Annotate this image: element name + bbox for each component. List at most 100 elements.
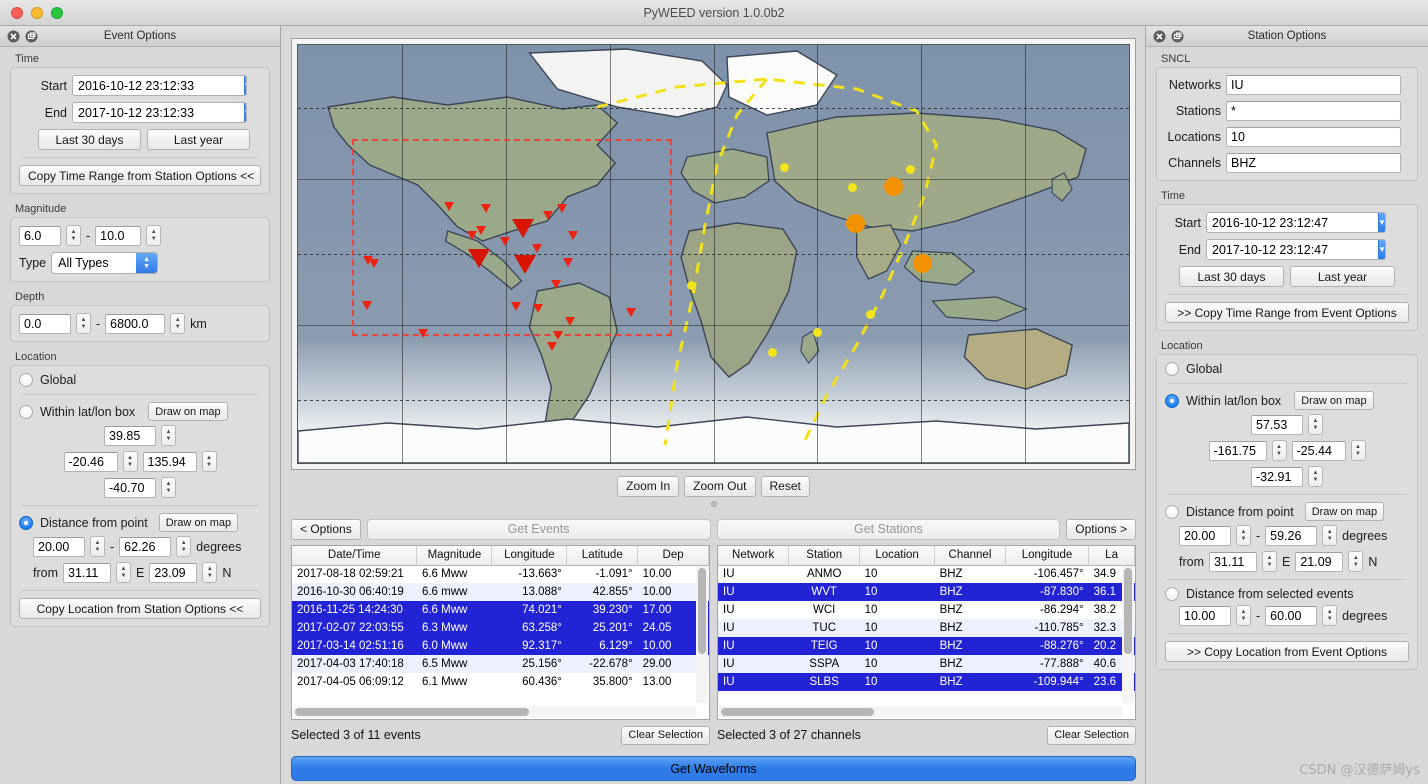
radio-distance-from-point[interactable] [19, 515, 33, 530]
event-draw-on-map-point-button[interactable]: Draw on map [158, 513, 239, 532]
event-marker[interactable] [686, 281, 696, 291]
magnitude-max-input[interactable] [95, 225, 142, 246]
station-marker[interactable] [418, 329, 429, 339]
table-row[interactable]: 2017-04-05 06:09:12 6.1 Mww 60.436° 35.800°… [292, 673, 709, 691]
station-marker[interactable] [564, 316, 575, 326]
event-last-30-days-button[interactable]: Last 30 days [38, 129, 141, 150]
station-marker[interactable] [480, 203, 491, 213]
station-point-lon-input[interactable] [1209, 551, 1257, 572]
toggle-event-options-button[interactable]: < Options [291, 518, 361, 540]
event-marker[interactable] [865, 309, 875, 319]
locations-input[interactable] [1226, 127, 1401, 147]
radio-distance-from-point[interactable] [1165, 504, 1179, 519]
station-box-south-stepper[interactable]: ▲ ▼ [1308, 466, 1323, 487]
station-location-global-option[interactable]: Global [1165, 362, 1409, 376]
events-col-datetime[interactable]: Date/Time [292, 546, 418, 566]
float-panel-icon[interactable] [25, 30, 38, 43]
station-distance-min-stepper[interactable]: ▲ ▼ [1236, 525, 1251, 546]
events-col-latitude[interactable]: Latitude [566, 546, 639, 566]
table-row-selected[interactable]: IU WVT 10 BHZ -87.830° 36.1 [718, 583, 1135, 601]
networks-input[interactable] [1226, 75, 1401, 95]
station-marker[interactable] [499, 236, 510, 246]
event-distance-max-input[interactable] [119, 536, 172, 557]
depth-min-input[interactable] [19, 313, 71, 334]
table-row[interactable]: 2016-10-30 06:40:19 6.6 mww 13.088° 42.855°… [292, 583, 709, 601]
event-draw-on-map-box-button[interactable]: Draw on map [148, 402, 228, 421]
table-row-selected[interactable]: 2017-03-14 02:51:16 6.0 Mww 92.317° 6.129° 1… [292, 637, 709, 655]
magnitude-min-input[interactable] [19, 225, 61, 246]
radio-global[interactable] [19, 373, 33, 387]
chevron-updown-icon[interactable]: ▲ ▼ [136, 253, 158, 273]
chevron-down-icon[interactable]: ▾ [1378, 240, 1385, 259]
stations-col-location[interactable]: Location [859, 546, 936, 566]
get-waveforms-button[interactable]: Get Waveforms [291, 756, 1136, 781]
radio-distance-from-selected-events[interactable] [1165, 587, 1179, 601]
channels-input[interactable] [1226, 153, 1401, 173]
event-location-distance-option[interactable]: Distance from point Draw on map [19, 513, 261, 532]
events-table[interactable]: Date/Time Magnitude Longitude Latitude D… [292, 546, 709, 691]
station-point-lon-stepper[interactable]: ▲ ▼ [1262, 551, 1277, 572]
station-marker-selected[interactable] [511, 218, 534, 238]
event-distance-min-input[interactable] [33, 536, 85, 557]
splitter-handle[interactable] [282, 499, 1145, 509]
station-marker-selected[interactable] [467, 249, 490, 269]
table-row-selected[interactable]: 2017-02-07 22:03:55 6.3 Mww 63.258° 25.201°… [292, 619, 709, 637]
station-draw-on-map-point-button[interactable]: Draw on map [1304, 502, 1385, 521]
event-box-north-input[interactable] [104, 425, 156, 446]
event-point-lat-input[interactable] [149, 562, 198, 583]
chevron-down-icon[interactable]: ▾ [244, 76, 246, 95]
events-table-container[interactable]: Date/Time Magnitude Longitude Latitude D… [291, 545, 710, 720]
clear-events-selection-button[interactable]: Clear Selection [621, 725, 710, 745]
copy-time-range-from-event-options-button[interactable]: >> Copy Time Range from Event Options [1165, 302, 1409, 323]
events-vertical-scrollbar[interactable] [696, 566, 708, 703]
station-distance-max-input[interactable] [1265, 525, 1318, 546]
station-box-north-stepper[interactable]: ▲ ▼ [1308, 414, 1323, 435]
event-last-year-button[interactable]: Last year [147, 129, 250, 150]
station-marker[interactable] [361, 301, 372, 311]
radio-within-latlon-box[interactable] [1165, 393, 1179, 408]
station-start-datetime[interactable]: ▾ [1206, 212, 1386, 233]
table-row[interactable]: 2017-08-18 02:59:21 6.6 Mww -13.663° -1.091… [292, 565, 709, 583]
events-horizontal-scrollbar[interactable] [293, 706, 696, 718]
stations-horizontal-scrollbar[interactable] [719, 706, 1122, 718]
station-end-datetime[interactable]: ▾ [1206, 239, 1386, 260]
zoom-out-button[interactable]: Zoom Out [684, 475, 756, 497]
station-events-min-stepper[interactable]: ▲ ▼ [1236, 605, 1251, 626]
table-row-selected[interactable]: 2016-11-25 14:24:30 6.6 Mww 74.021° 39.230°… [292, 601, 709, 619]
table-row[interactable]: IU ANMO 10 BHZ -106.457° 34.9 [718, 565, 1135, 583]
events-col-magnitude[interactable]: Magnitude [416, 546, 493, 566]
station-start-input[interactable] [1207, 213, 1378, 232]
station-marker[interactable] [626, 308, 637, 318]
stations-col-station[interactable]: Station [788, 546, 861, 566]
station-marker-selected[interactable] [514, 255, 537, 275]
depth-min-stepper[interactable]: ▲ ▼ [76, 313, 91, 334]
event-box-west-input[interactable] [63, 451, 118, 472]
radio-within-latlon-box[interactable] [19, 404, 33, 419]
station-marker[interactable] [553, 331, 564, 341]
event-box-east-stepper[interactable]: ▲ ▼ [201, 451, 217, 472]
zoom-in-button[interactable]: Zoom In [617, 475, 680, 497]
event-location-latlon-option[interactable]: Within lat/lon box Draw on map [19, 402, 261, 421]
station-distance-max-stepper[interactable]: ▲ ▼ [1322, 525, 1338, 546]
stations-col-longitude[interactable]: Longitude [1005, 546, 1090, 566]
station-box-north-input[interactable] [1251, 414, 1303, 435]
station-draw-on-map-box-button[interactable]: Draw on map [1294, 391, 1374, 410]
station-location-events-option[interactable]: Distance from selected events [1165, 587, 1409, 601]
station-location-latlon-option[interactable]: Within lat/lon box Draw on map [1165, 391, 1409, 410]
reset-map-button[interactable]: Reset [760, 475, 810, 497]
station-marker[interactable] [557, 204, 568, 214]
stations-table[interactable]: Network Station Location Channel Longitu… [718, 546, 1135, 691]
stations-col-network[interactable]: Network [718, 546, 790, 566]
depth-max-input[interactable] [105, 313, 166, 334]
station-marker[interactable] [475, 226, 486, 236]
copy-location-from-event-options-button[interactable]: >> Copy Location from Event Options [1165, 641, 1409, 662]
station-box-east-input[interactable] [1291, 440, 1346, 461]
stations-col-latitude[interactable]: La [1088, 546, 1135, 566]
station-marker[interactable] [543, 210, 554, 220]
station-marker[interactable] [547, 341, 558, 351]
station-last-30-days-button[interactable]: Last 30 days [1179, 266, 1284, 287]
station-box-south-input[interactable] [1251, 466, 1303, 487]
event-point-lon-input[interactable] [63, 562, 111, 583]
stations-vertical-scrollbar[interactable] [1122, 566, 1134, 703]
event-box-south-stepper[interactable]: ▲ ▼ [161, 477, 176, 498]
